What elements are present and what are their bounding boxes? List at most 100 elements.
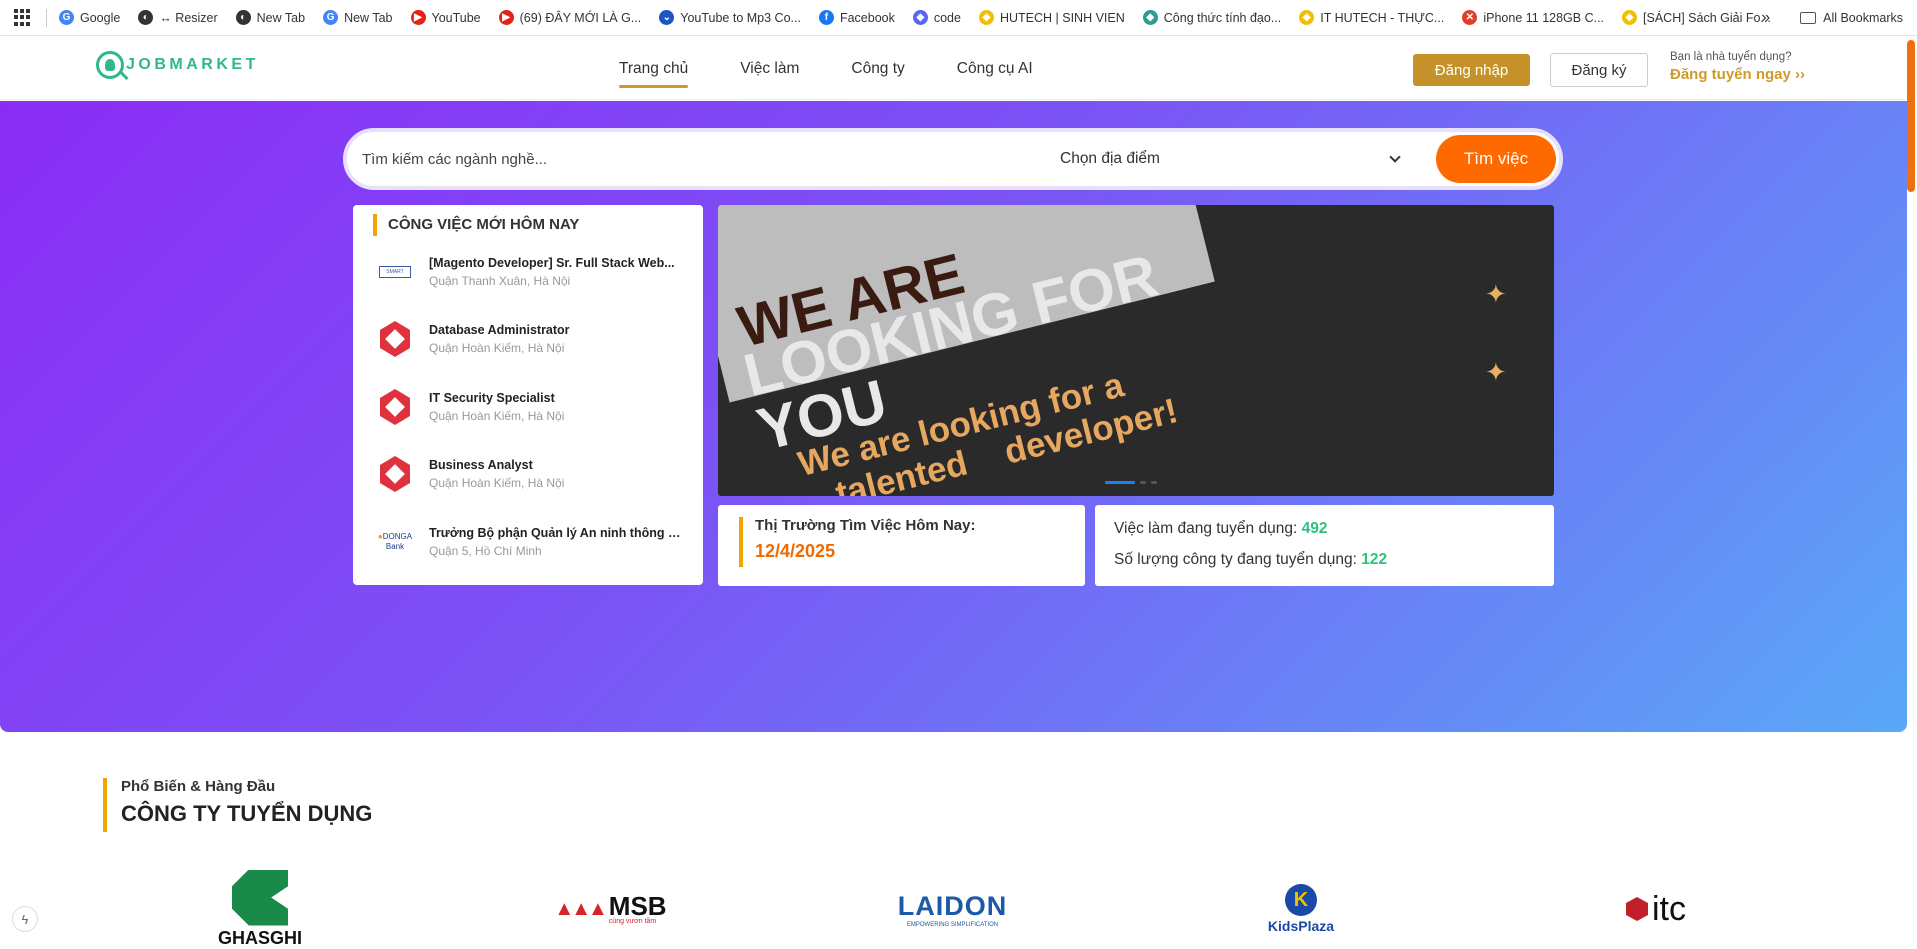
register-button[interactable]: Đăng ký xyxy=(1550,53,1648,87)
carousel-dots xyxy=(1105,481,1157,484)
market-label: Thị Trường Tìm Việc Hôm Nay: xyxy=(755,517,976,534)
post-job-link[interactable]: Đăng tuyển ngay ›› xyxy=(1670,66,1805,83)
company-logo-laidon[interactable]: LAIDON EMPOWERING SIMPLIFICATION xyxy=(895,870,1010,948)
search-input[interactable] xyxy=(362,146,962,172)
stat-jobs-label: Việc làm đang tuyển dụng: xyxy=(1114,520,1298,537)
hero-banner-carousel[interactable]: WE ARE LOOKING FOR YOU We are looking for… xyxy=(718,205,1554,496)
bookmark-item[interactable]: ▶ YouTube xyxy=(410,10,481,25)
bookmark-item[interactable]: ◐ ↔ Resizer xyxy=(138,10,218,25)
list-item[interactable]: IT Security Specialist Quận Hoàn Kiếm, Hà… xyxy=(373,379,693,435)
all-bookmarks-button[interactable]: All Bookmarks xyxy=(1800,11,1903,25)
companies-subtitle: Phổ Biến & Hàng Đầu xyxy=(121,778,276,795)
job-title: Database Administrator xyxy=(429,323,570,337)
carousel-dot[interactable] xyxy=(1151,481,1157,484)
apps-grid-icon[interactable] xyxy=(14,8,32,27)
bookmark-label: Facebook xyxy=(839,10,895,25)
bookmark-label: IT HUTECH - THỰC... xyxy=(1320,10,1445,25)
location-select-label: Chọn địa điểm xyxy=(1060,150,1160,167)
today-jobs-title: CÔNG VIỆC MỚI HÔM NAY xyxy=(373,214,579,236)
carousel-dot[interactable] xyxy=(1140,481,1146,484)
bookmark-item[interactable]: ◆ [SÁCH] Sách Giải Fo... xyxy=(1622,10,1771,25)
ghasghi-mark-icon xyxy=(231,869,288,926)
market-date: 12/4/2025 xyxy=(755,541,836,561)
bookmark-favicon-icon: f xyxy=(818,10,834,25)
bookmark-item[interactable]: ⌄ YouTube to Mp3 Co... xyxy=(659,10,801,25)
magnifier-person-icon xyxy=(96,51,124,79)
list-item[interactable]: Business Analyst Quận Hoàn Kiếm, Hà Nội xyxy=(373,446,693,502)
bookmark-item[interactable]: ◐ New Tab xyxy=(235,10,305,25)
company-logo-ghasghi[interactable]: GHASGHI xyxy=(200,869,320,948)
job-title: Business Analyst xyxy=(429,458,533,472)
job-location: Quận Hoàn Kiếm, Hà Nội xyxy=(429,409,565,423)
bookmark-item[interactable]: ◆ HUTECH | SINH VIEN xyxy=(978,10,1125,25)
bookmark-item[interactable]: ✕ iPhone 11 128GB C... xyxy=(1462,10,1604,25)
itc-hex-icon xyxy=(1626,897,1648,921)
bookmark-item[interactable]: ◆ IT HUTECH - THỰC... xyxy=(1299,10,1444,25)
company-logo: ●DONGA Bank xyxy=(377,532,413,551)
bookmark-label: ↔ Resizer xyxy=(159,10,218,25)
bookmark-favicon-icon: ◆ xyxy=(912,10,928,25)
location-select[interactable]: Chọn địa điểm xyxy=(1060,146,1405,172)
company-name: LAIDON xyxy=(897,890,1008,921)
search-button[interactable]: Tìm việc xyxy=(1436,135,1556,183)
site-logo[interactable]: JOBMARKET xyxy=(96,51,259,79)
bookmarks-bar: G Google ◐ ↔ Resizer ◐ New Tab G New Tab ▶ YouTub… xyxy=(0,0,1917,36)
sparkle-icon: ✦ xyxy=(1485,279,1507,309)
stat-jobs: Việc làm đang tuyển dụng: 492 xyxy=(1114,520,1554,538)
company-logo xyxy=(373,385,417,429)
carousel-dot-active[interactable] xyxy=(1105,481,1135,484)
market-today-card: Thị Trường Tìm Việc Hôm Nay: 12/4/2025 xyxy=(718,505,1085,586)
search-bar: Chọn địa điểm Tìm việc xyxy=(343,128,1563,190)
bookmark-item[interactable]: ◆ code xyxy=(912,10,961,25)
company-logo-msb[interactable]: ▲▲▲ MSB cùng vươn tầm xyxy=(553,870,668,948)
bookmark-favicon-icon: ▶ xyxy=(498,10,514,25)
recruiter-question: Bạn là nhà tuyển dụng? xyxy=(1670,51,1792,63)
company-logo-itc[interactable]: itc xyxy=(1610,870,1702,948)
chevron-down-icon xyxy=(1389,151,1401,163)
stat-companies: Số lượng công ty đang tuyển dụng: 122 xyxy=(1114,551,1554,569)
bookmark-favicon-icon: ◆ xyxy=(978,10,994,25)
nav-home[interactable]: Trang chủ xyxy=(600,37,707,100)
bookmark-item[interactable]: ▶ (69) ĐÂY MỚI LÀ G... xyxy=(498,10,641,25)
list-item[interactable]: ●DONGA Bank Trưởng Bộ phận Quản lý An nin… xyxy=(373,514,693,570)
today-jobs-card: CÔNG VIỆC MỚI HÔM NAY SMART [Magento Dev… xyxy=(353,205,703,585)
login-button[interactable]: Đăng nhập xyxy=(1413,54,1530,86)
msb-wave-icon: ▲▲▲ xyxy=(554,897,607,920)
bookmark-label: Google xyxy=(80,10,121,25)
nav-companies[interactable]: Công ty xyxy=(832,37,923,100)
bookmark-item[interactable]: f Facebook xyxy=(818,10,895,25)
lightning-icon[interactable]: ϟ xyxy=(12,906,38,932)
bookmark-favicon-icon: ◐ xyxy=(235,10,251,25)
company-tagline: EMPOWERING SIMPLIFICATION xyxy=(906,921,999,928)
bookmark-label: Công thức tính đạo... xyxy=(1163,10,1282,25)
nav-ai-tools[interactable]: Công cụ AI xyxy=(938,37,1052,100)
list-item[interactable]: Database Administrator Quận Hoàn Kiếm, Hà… xyxy=(373,311,693,367)
bookmark-label: YouTube xyxy=(431,10,481,25)
recruit-stats-card: Việc làm đang tuyển dụng: 492 Số lượng c… xyxy=(1095,505,1554,586)
kidsplaza-k-icon: K xyxy=(1284,884,1317,916)
bookmark-item[interactable]: ◆ Công thức tính đạo... xyxy=(1142,10,1282,25)
bookmarks-divider xyxy=(46,8,47,27)
bookmark-favicon-icon: G xyxy=(59,10,74,25)
bookmark-favicon-icon: ⌄ xyxy=(659,10,675,25)
more-bookmarks-icon[interactable]: » xyxy=(1761,9,1770,27)
scrollbar-thumb[interactable] xyxy=(1907,40,1915,192)
sparkle-icon: ✦ xyxy=(1485,357,1507,387)
folder-icon xyxy=(1800,12,1817,24)
bookmark-favicon-icon: ◆ xyxy=(1299,10,1315,25)
main-nav: Trang chủ Việc làm Công ty Công cụ AI xyxy=(600,37,1066,100)
bookmark-item[interactable]: G Google xyxy=(59,10,120,25)
stat-companies-value: 122 xyxy=(1361,551,1388,568)
company-logo: SMART xyxy=(373,250,417,294)
bookmark-label: code xyxy=(933,10,961,25)
job-title: Trưởng Bộ phận Quản lý An ninh thông t..… xyxy=(429,526,681,540)
stat-companies-label: Số lượng công ty đang tuyển dụng: xyxy=(1114,551,1357,568)
all-bookmarks-label: All Bookmarks xyxy=(1823,11,1903,25)
company-logo xyxy=(373,452,417,496)
nav-jobs[interactable]: Việc làm xyxy=(721,37,818,100)
bookmark-favicon-icon: ◆ xyxy=(1142,10,1158,25)
recruiter-cta-block: Bạn là nhà tuyển dụng? Đăng tuyển ngay ›… xyxy=(1670,51,1805,83)
bookmark-item[interactable]: G New Tab xyxy=(323,10,393,25)
list-item[interactable]: SMART [Magento Developer] Sr. Full Stack… xyxy=(373,244,693,300)
company-logo-kidsplaza[interactable]: K KidsPlaza xyxy=(1258,870,1344,948)
